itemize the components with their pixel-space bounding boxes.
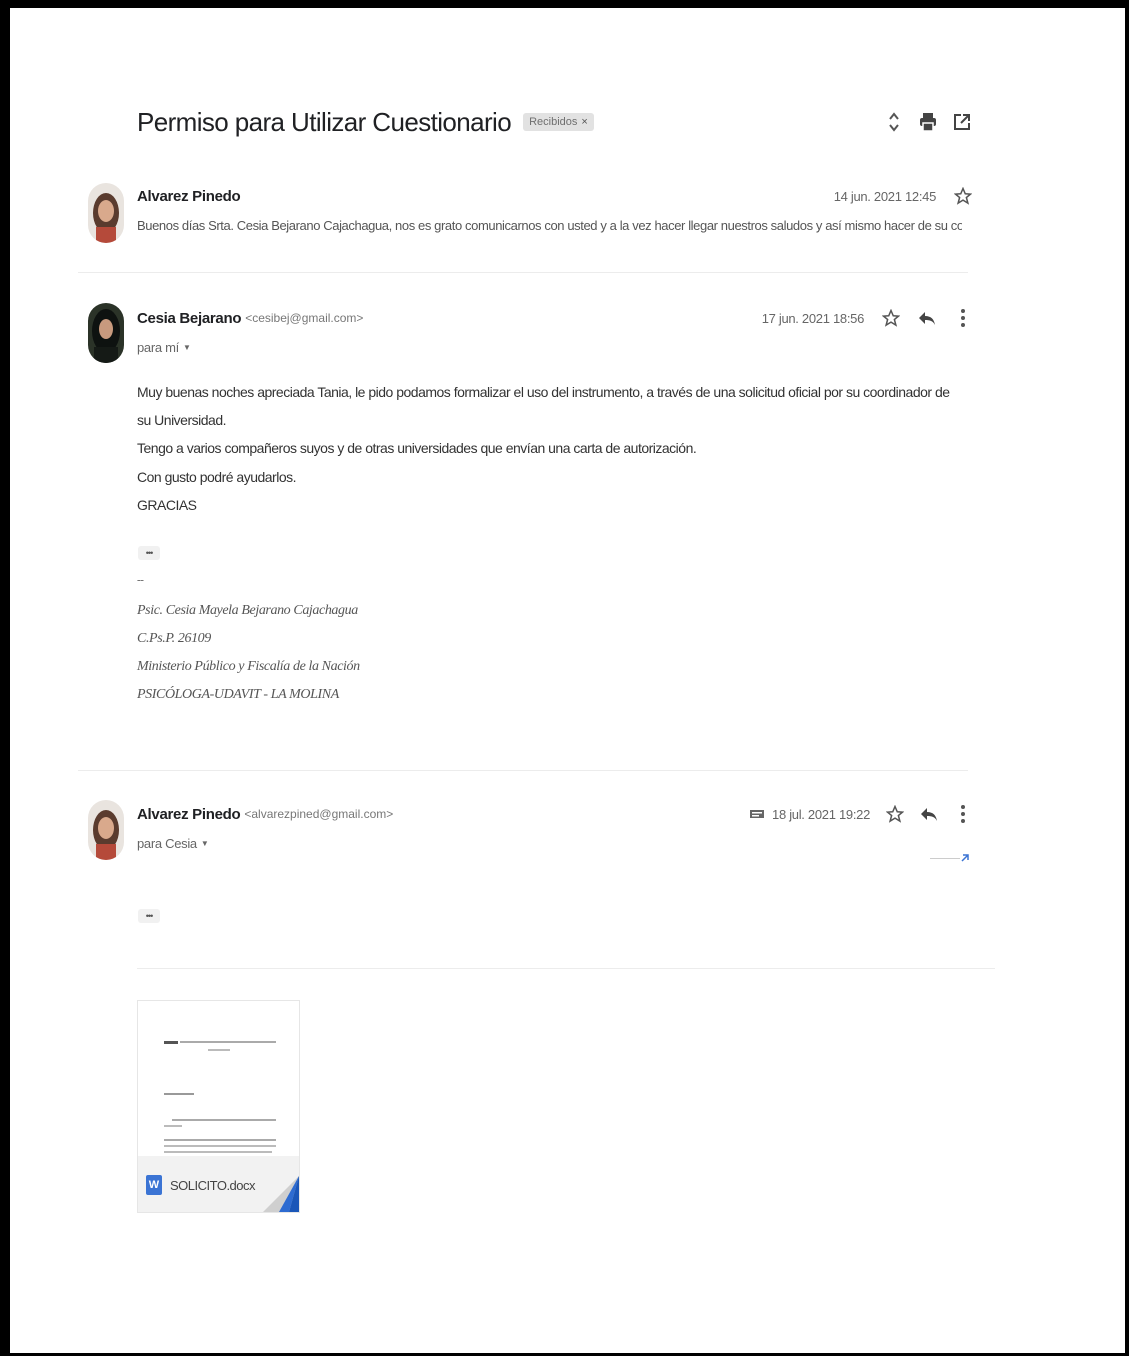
message-closing: Con gusto podré ayudarlos. GRACIAS — [137, 463, 957, 519]
label-text: Recibidos — [529, 116, 578, 128]
thread-header: Permiso para Utilizar Cuestionario Recib… — [137, 104, 972, 140]
drop-arrow-icon — [961, 854, 969, 862]
remove-label-icon[interactable]: × — [581, 116, 587, 128]
message-2-header[interactable]: Cesia Bejarano <cesibej@gmail.com> 17 ju… — [137, 308, 972, 328]
body-line: Muy buenas noches apreciada Tania, le pi… — [137, 384, 950, 428]
message-date: 17 jun. 2021 18:56 — [761, 310, 865, 326]
email-signature: Psic. Cesia Mayela Bejarano Cajachagua C… — [137, 597, 360, 709]
message-body: Muy buenas noches apreciada Tania, le pi… — [137, 378, 957, 462]
signature-separator: -- — [137, 574, 144, 586]
thread-subject: Permiso para Utilizar Cuestionario — [137, 106, 512, 137]
message-divider — [78, 272, 968, 273]
collapsed-toolbar-indicator — [930, 852, 972, 864]
star-icon[interactable] — [882, 308, 900, 328]
reply-icon[interactable] — [918, 308, 936, 328]
attachment-file-name: SOLICITO.docx — [170, 1177, 256, 1193]
attachment-card[interactable]: W SOLICITO.docx — [137, 1000, 300, 1213]
open-in-new-window-icon[interactable] — [952, 111, 972, 133]
closing-line: Con gusto podré ayudarlos. — [137, 469, 297, 485]
message-date: 18 jul. 2021 19:22 — [772, 806, 870, 822]
avatar — [88, 183, 124, 243]
chevron-down-icon: ▼ — [200, 839, 209, 848]
message-snippet[interactable]: Buenos días Srta. Cesia Bejarano Cajacha… — [137, 218, 962, 233]
sender-email: <cesibej@gmail.com> — [245, 311, 364, 325]
star-icon[interactable] — [886, 804, 904, 824]
star-icon[interactable] — [954, 186, 972, 206]
attachments-divider — [137, 968, 995, 969]
show-trimmed-content-button[interactable]: ••• — [138, 546, 160, 560]
print-icon[interactable] — [918, 111, 938, 133]
message-date: 14 jun. 2021 12:45 — [833, 188, 937, 204]
expand-collapse-icon[interactable] — [884, 111, 904, 133]
attachment-preview — [138, 1001, 299, 1156]
sender-name: Cesia Bejarano — [137, 309, 242, 327]
sender-name: Alvarez Pinedo — [137, 805, 241, 823]
more-options-icon[interactable] — [954, 308, 972, 328]
signature-line: PSICÓLOGA-UDAVIT - LA MOLINA — [137, 687, 339, 702]
message-divider — [78, 770, 968, 771]
body-line: Tengo a varios compañeros suyos y de otr… — [137, 440, 697, 456]
message-3-header[interactable]: Alvarez Pinedo <alvarezpined@gmail.com> … — [137, 804, 972, 824]
recipient-details-toggle[interactable]: para Cesia ▼ — [137, 836, 209, 851]
attachment-icon — [748, 804, 766, 824]
reply-icon[interactable] — [920, 804, 938, 824]
recipient-text: para Cesia — [137, 836, 197, 851]
chevron-down-icon: ▼ — [182, 343, 191, 352]
closing-line: GRACIAS — [137, 497, 197, 513]
message-1-header[interactable]: Alvarez Pinedo 14 jun. 2021 12:45 — [137, 186, 972, 206]
signature-line: C.Ps.P. 26109 — [137, 631, 211, 646]
avatar — [88, 303, 124, 363]
recipient-details-toggle[interactable]: para mí ▼ — [137, 340, 191, 355]
sender-name: Alvarez Pinedo — [137, 187, 241, 205]
page-fold-icon — [263, 1176, 299, 1212]
show-trimmed-content-button[interactable]: ••• — [138, 909, 160, 923]
signature-line: Psic. Cesia Mayela Bejarano Cajachagua — [137, 603, 358, 618]
more-options-icon[interactable] — [954, 804, 972, 824]
recipient-text: para mí — [137, 340, 179, 355]
sender-email: <alvarezpined@gmail.com> — [244, 807, 394, 821]
inbox-label-chip[interactable]: Recibidos × — [523, 113, 594, 131]
word-document-icon: W — [146, 1175, 162, 1195]
avatar — [88, 800, 124, 860]
signature-line: Ministerio Público y Fiscalía de la Naci… — [137, 659, 360, 674]
